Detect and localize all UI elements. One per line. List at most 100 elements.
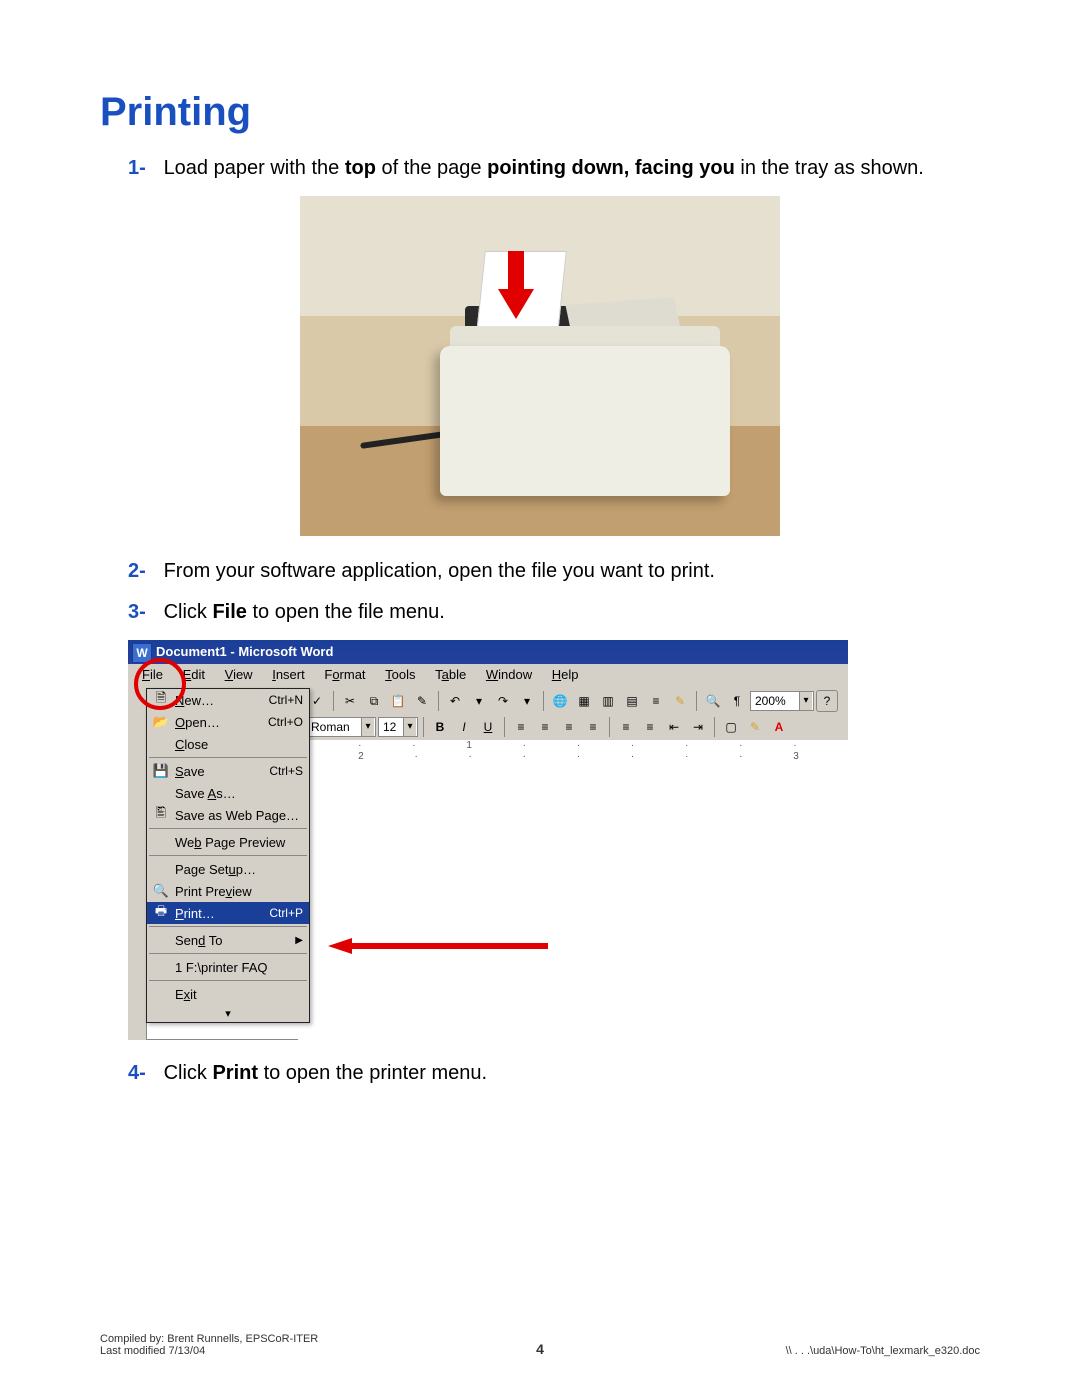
numbered-list-icon[interactable]: ≡ (615, 716, 637, 738)
doc-map-icon[interactable]: 🔍 (702, 690, 724, 712)
save-disk-icon: 💾 (153, 763, 169, 779)
menu-item-pagesetup[interactable]: Page Setup… (147, 858, 309, 880)
page-footer: Compiled by: Brent Runnells, EPSCoR-ITER… (100, 1333, 980, 1357)
menu-view[interactable]: View (217, 664, 261, 685)
word-menubar: FFileile Edit View Insert Format Tools T… (128, 664, 848, 689)
print-shortcut: Ctrl+P (269, 906, 303, 920)
print-preview-icon: 🔍 (153, 883, 169, 899)
red-arrow-left-icon (328, 938, 548, 954)
font-color-icon[interactable]: A (768, 716, 790, 738)
step-4-num: 4- (128, 1060, 158, 1087)
tables-borders-icon[interactable]: ▦ (573, 690, 595, 712)
align-justify-icon[interactable]: ≡ (582, 716, 604, 738)
zoom-combo[interactable]: 200% (750, 691, 814, 711)
align-right-icon[interactable]: ≡ (558, 716, 580, 738)
save-web-icon: 🖺 (153, 807, 169, 823)
menu-insert[interactable]: Insert (264, 664, 313, 685)
menu-item-saveweb[interactable]: 🖺Save as Web Page… (147, 804, 309, 826)
vertical-ruler (128, 740, 147, 1040)
footer-last-modified: Last modified 7/13/04 (100, 1345, 318, 1357)
align-left-icon[interactable]: ≡ (510, 716, 532, 738)
cut-icon[interactable]: ✂ (339, 690, 361, 712)
menu-expand-chevron-icon[interactable]: ▾ (147, 1005, 309, 1022)
copy-icon[interactable]: ⧉ (363, 690, 385, 712)
step-2-text: From your software application, open the… (164, 560, 715, 582)
insert-table-icon[interactable]: ▥ (597, 690, 619, 712)
menu-tools[interactable]: Tools (377, 664, 423, 685)
undo-dropdown-icon[interactable]: ▾ (468, 690, 490, 712)
step-2: 2- From your software application, open … (128, 558, 980, 585)
menu-item-open[interactable]: 📂Open… Ctrl+O (147, 711, 309, 733)
undo-icon[interactable]: ↶ (444, 690, 466, 712)
menu-format[interactable]: Format (316, 664, 373, 685)
italic-icon[interactable]: I (453, 716, 475, 738)
excel-icon[interactable]: ▤ (621, 690, 643, 712)
format-painter-icon[interactable]: ✎ (411, 690, 433, 712)
file-menu-dropdown: 🗎New… Ctrl+N 📂Open… Ctrl+O Close 💾Save C… (146, 688, 310, 1023)
word-title-text: Document1 - Microsoft Word (156, 644, 333, 659)
menu-window[interactable]: Window (478, 664, 540, 685)
footer-compiled-by: Compiled by: Brent Runnells, EPSCoR-ITER (100, 1333, 318, 1345)
highlight-icon[interactable]: ✎ (744, 716, 766, 738)
open-shortcut: Ctrl+O (268, 715, 303, 729)
document-area[interactable] (298, 760, 848, 1040)
step-1-text-e: in the tray as shown. (735, 157, 924, 179)
font-size-combo[interactable]: 12 (378, 717, 418, 737)
menu-item-print[interactable]: 🖶Print… Ctrl+P (147, 902, 309, 924)
font-combo[interactable]: Roman (306, 717, 376, 737)
new-shortcut: Ctrl+N (269, 693, 303, 707)
step-1-text-a: Load paper with the (164, 157, 345, 179)
word-screenshot: W Document1 - Microsoft Word FFileile Ed… (128, 640, 848, 1040)
printer-icon: 🖶 (153, 905, 169, 921)
step-1-bold-top: top (345, 157, 376, 179)
step-1-text-c: of the page (376, 157, 487, 179)
bold-icon[interactable]: B (429, 716, 451, 738)
word-titlebar: W Document1 - Microsoft Word (128, 640, 848, 664)
step-1-bold-pointing: pointing down, facing you (487, 157, 735, 179)
printer-photo (300, 196, 780, 536)
menu-item-webpreview[interactable]: Web Page Preview (147, 831, 309, 853)
submenu-arrow-icon: ▶ (295, 935, 303, 946)
menu-table[interactable]: Table (427, 664, 474, 685)
step-3-bold-file: File (212, 601, 246, 623)
menu-item-close[interactable]: Close (147, 733, 309, 755)
border-icon[interactable]: ▢ (720, 716, 742, 738)
menu-help[interactable]: Help (544, 664, 587, 685)
step-3: 3- Click File to open the file menu. (128, 599, 980, 626)
step-4-text-a: Click (164, 1062, 213, 1084)
step-3-text-a: Click (164, 601, 213, 623)
step-1-num: 1- (128, 155, 158, 182)
step-4-text-c: to open the printer menu. (258, 1062, 487, 1084)
step-1: 1- Load paper with the top of the page p… (128, 155, 980, 182)
menu-item-saveas[interactable]: Save As… (147, 782, 309, 804)
step-4: 4- Click Print to open the printer menu. (128, 1060, 980, 1087)
menu-item-sendto[interactable]: Send To ▶ (147, 929, 309, 951)
menu-item-printpreview[interactable]: 🔍Print Preview (147, 880, 309, 902)
horizontal-ruler: · · · 1 · · · · · · · 2 · · · · · · · 3 … (298, 740, 848, 761)
menu-item-exit[interactable]: Exit (147, 983, 309, 1005)
save-shortcut: Ctrl+S (269, 764, 303, 778)
show-marks-icon[interactable]: ¶ (726, 690, 748, 712)
step-3-text-c: to open the file menu. (247, 601, 445, 623)
menu-item-recent-1[interactable]: 1 F:\printer FAQ (147, 956, 309, 978)
drawing-icon[interactable]: ✎ (669, 690, 691, 712)
align-center-icon[interactable]: ≡ (534, 716, 556, 738)
hyperlink-icon[interactable]: 🌐 (549, 690, 571, 712)
paste-icon[interactable]: 📋 (387, 690, 409, 712)
step-3-num: 3- (128, 599, 158, 626)
columns-icon[interactable]: ≡ (645, 690, 667, 712)
red-circle-annotation-icon (134, 658, 186, 710)
bullet-list-icon[interactable]: ≡ (639, 716, 661, 738)
page-title: Printing (100, 90, 980, 135)
help-icon[interactable]: ? (816, 690, 838, 712)
indent-icon[interactable]: ⇥ (687, 716, 709, 738)
outdent-icon[interactable]: ⇤ (663, 716, 685, 738)
red-arrow-down-icon (498, 251, 534, 321)
redo-dropdown-icon[interactable]: ▾ (516, 690, 538, 712)
menu-item-save[interactable]: 💾Save Ctrl+S (147, 760, 309, 782)
footer-filepath: \\ . . .\uda\How-To\ht_lexmark_e320.doc (786, 1345, 980, 1357)
redo-icon[interactable]: ↷ (492, 690, 514, 712)
underline-icon[interactable]: U (477, 716, 499, 738)
step-2-num: 2- (128, 558, 158, 585)
step-4-bold-print: Print (212, 1062, 258, 1084)
